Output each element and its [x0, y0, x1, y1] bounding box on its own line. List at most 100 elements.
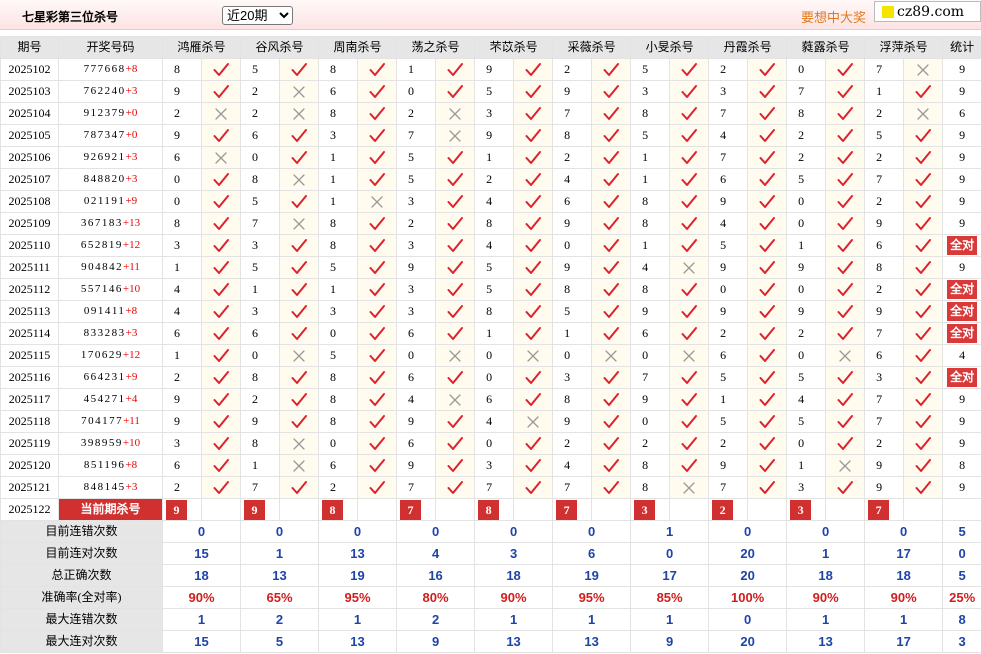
stats-value: 13 — [474, 630, 554, 653]
numbers-cell: 762240+3 — [58, 80, 163, 103]
stats-total: 8 — [942, 608, 981, 631]
stats-total: 5 — [942, 564, 981, 587]
check-icon — [213, 216, 229, 230]
all-right-badge: 全对 — [947, 280, 978, 299]
kill-value: 1 — [630, 146, 671, 169]
cross-icon — [605, 349, 617, 362]
kill-value: 6 — [864, 234, 905, 257]
result-cell — [279, 190, 320, 213]
kill-value: 9 — [864, 300, 905, 323]
kill-value: 4 — [708, 212, 749, 235]
draw-numbers: 454271 — [83, 393, 126, 405]
kill-value: 7 — [552, 476, 593, 499]
check-icon — [369, 260, 386, 274]
result-cell — [825, 102, 866, 125]
stats-value: 20 — [708, 542, 788, 565]
kill-value: 2 — [240, 388, 281, 411]
all-right-badge: 全对 — [947, 302, 978, 321]
site-logo[interactable]: cz89.com — [874, 1, 981, 22]
current-kill-row: 2025122 当前期杀号 9 9 8 7 8 7 3 2 3 7 — [0, 498, 981, 521]
result-cell — [200, 212, 242, 235]
draw-numbers: 912379 — [83, 107, 126, 119]
numbers-cell: 170629+12 — [58, 344, 163, 367]
check-icon — [213, 128, 229, 142]
period-cell: 2025102 — [0, 58, 59, 81]
numbers-cell: 091411+8 — [58, 300, 163, 323]
check-icon — [291, 480, 308, 494]
kill-value: 2 — [552, 432, 593, 455]
kill-value: 8 — [240, 168, 281, 191]
stats-value: 13 — [240, 564, 320, 587]
result-cell — [591, 102, 632, 125]
stats-value: 95% — [318, 586, 398, 609]
kill-value: 0 — [786, 278, 827, 301]
kill-value: 1 — [318, 146, 359, 169]
kill-value: 6 — [864, 344, 905, 367]
result-cell — [903, 344, 944, 367]
numbers-cell: 704177+11 — [58, 410, 163, 433]
check-icon — [525, 480, 542, 494]
table-row: 2025118 704177+11 9 9 8 9 4 9 0 5 5 7 9 — [0, 410, 981, 433]
stats-value: 65% — [240, 586, 320, 609]
check-icon — [759, 458, 776, 472]
check-icon — [759, 106, 776, 120]
stats-value: 1 — [474, 608, 554, 631]
result-cell — [513, 388, 554, 411]
result-cell — [669, 256, 710, 279]
promo-link[interactable]: 要想中大奖 — [801, 7, 866, 26]
result-cell — [513, 322, 554, 345]
result-cell — [435, 410, 476, 433]
all-right-badge: 全对 — [947, 368, 978, 387]
result-cell — [435, 124, 476, 147]
stats-value: 0 — [474, 520, 554, 543]
check-icon — [837, 436, 854, 450]
current-kill-badge: 9 — [244, 499, 266, 520]
stats-value: 20 — [708, 564, 788, 587]
period-range-select[interactable]: 近20期 — [222, 6, 293, 25]
result-cell — [200, 234, 242, 257]
kill-value: 6 — [240, 322, 281, 345]
check-icon — [369, 62, 386, 76]
check-icon — [369, 304, 386, 318]
kill-table: 期号 开奖号码 鸿雁杀号 谷风杀号 周南杀号 荡之杀号 芣苡杀号 采薇杀号 小旻… — [0, 36, 981, 653]
stats-value: 100% — [708, 586, 788, 609]
check-icon — [681, 216, 698, 230]
check-icon — [915, 84, 932, 98]
numbers-cell: 454271+4 — [58, 388, 163, 411]
check-icon — [369, 458, 386, 472]
result-cell — [200, 454, 242, 477]
current-kill-cell: 9 — [240, 498, 281, 521]
cross-icon — [371, 195, 383, 208]
result-cell — [747, 322, 788, 345]
stats-row: 目前连错次数 0 0 0 0 0 0 1 0 0 0 5 — [0, 520, 981, 543]
numbers-cell: 021191+9 — [58, 190, 163, 213]
cross-icon — [215, 107, 227, 120]
result-cell — [747, 212, 788, 235]
stats-cell: 9 — [942, 58, 981, 81]
period-cell: 2025105 — [0, 124, 59, 147]
draw-numbers: 833283 — [83, 327, 126, 339]
kill-value: 6 — [162, 454, 202, 477]
kill-value: 1 — [240, 454, 281, 477]
numbers-cell: 833283+3 — [58, 322, 163, 345]
period-cell: 2025116 — [0, 366, 59, 389]
stats-value: 0 — [161, 520, 242, 543]
draw-numbers: 557146 — [80, 283, 123, 295]
check-icon — [369, 238, 386, 252]
cross-icon — [449, 393, 461, 406]
kill-value: 3 — [708, 80, 749, 103]
check-icon — [213, 238, 229, 252]
check-icon — [837, 326, 854, 340]
col-expert-header: 谷风杀号 — [240, 36, 320, 59]
kill-value: 9 — [474, 124, 515, 147]
stats-value: 18 — [474, 564, 554, 587]
kill-value: 9 — [864, 212, 905, 235]
result-cell — [435, 322, 476, 345]
draw-numbers: 777668 — [83, 63, 126, 75]
stats-cell: 9 — [942, 168, 981, 191]
kill-value: 0 — [786, 432, 827, 455]
result-cell — [903, 454, 944, 477]
check-icon — [681, 150, 698, 164]
check-icon — [837, 370, 854, 384]
result-cell — [669, 366, 710, 389]
